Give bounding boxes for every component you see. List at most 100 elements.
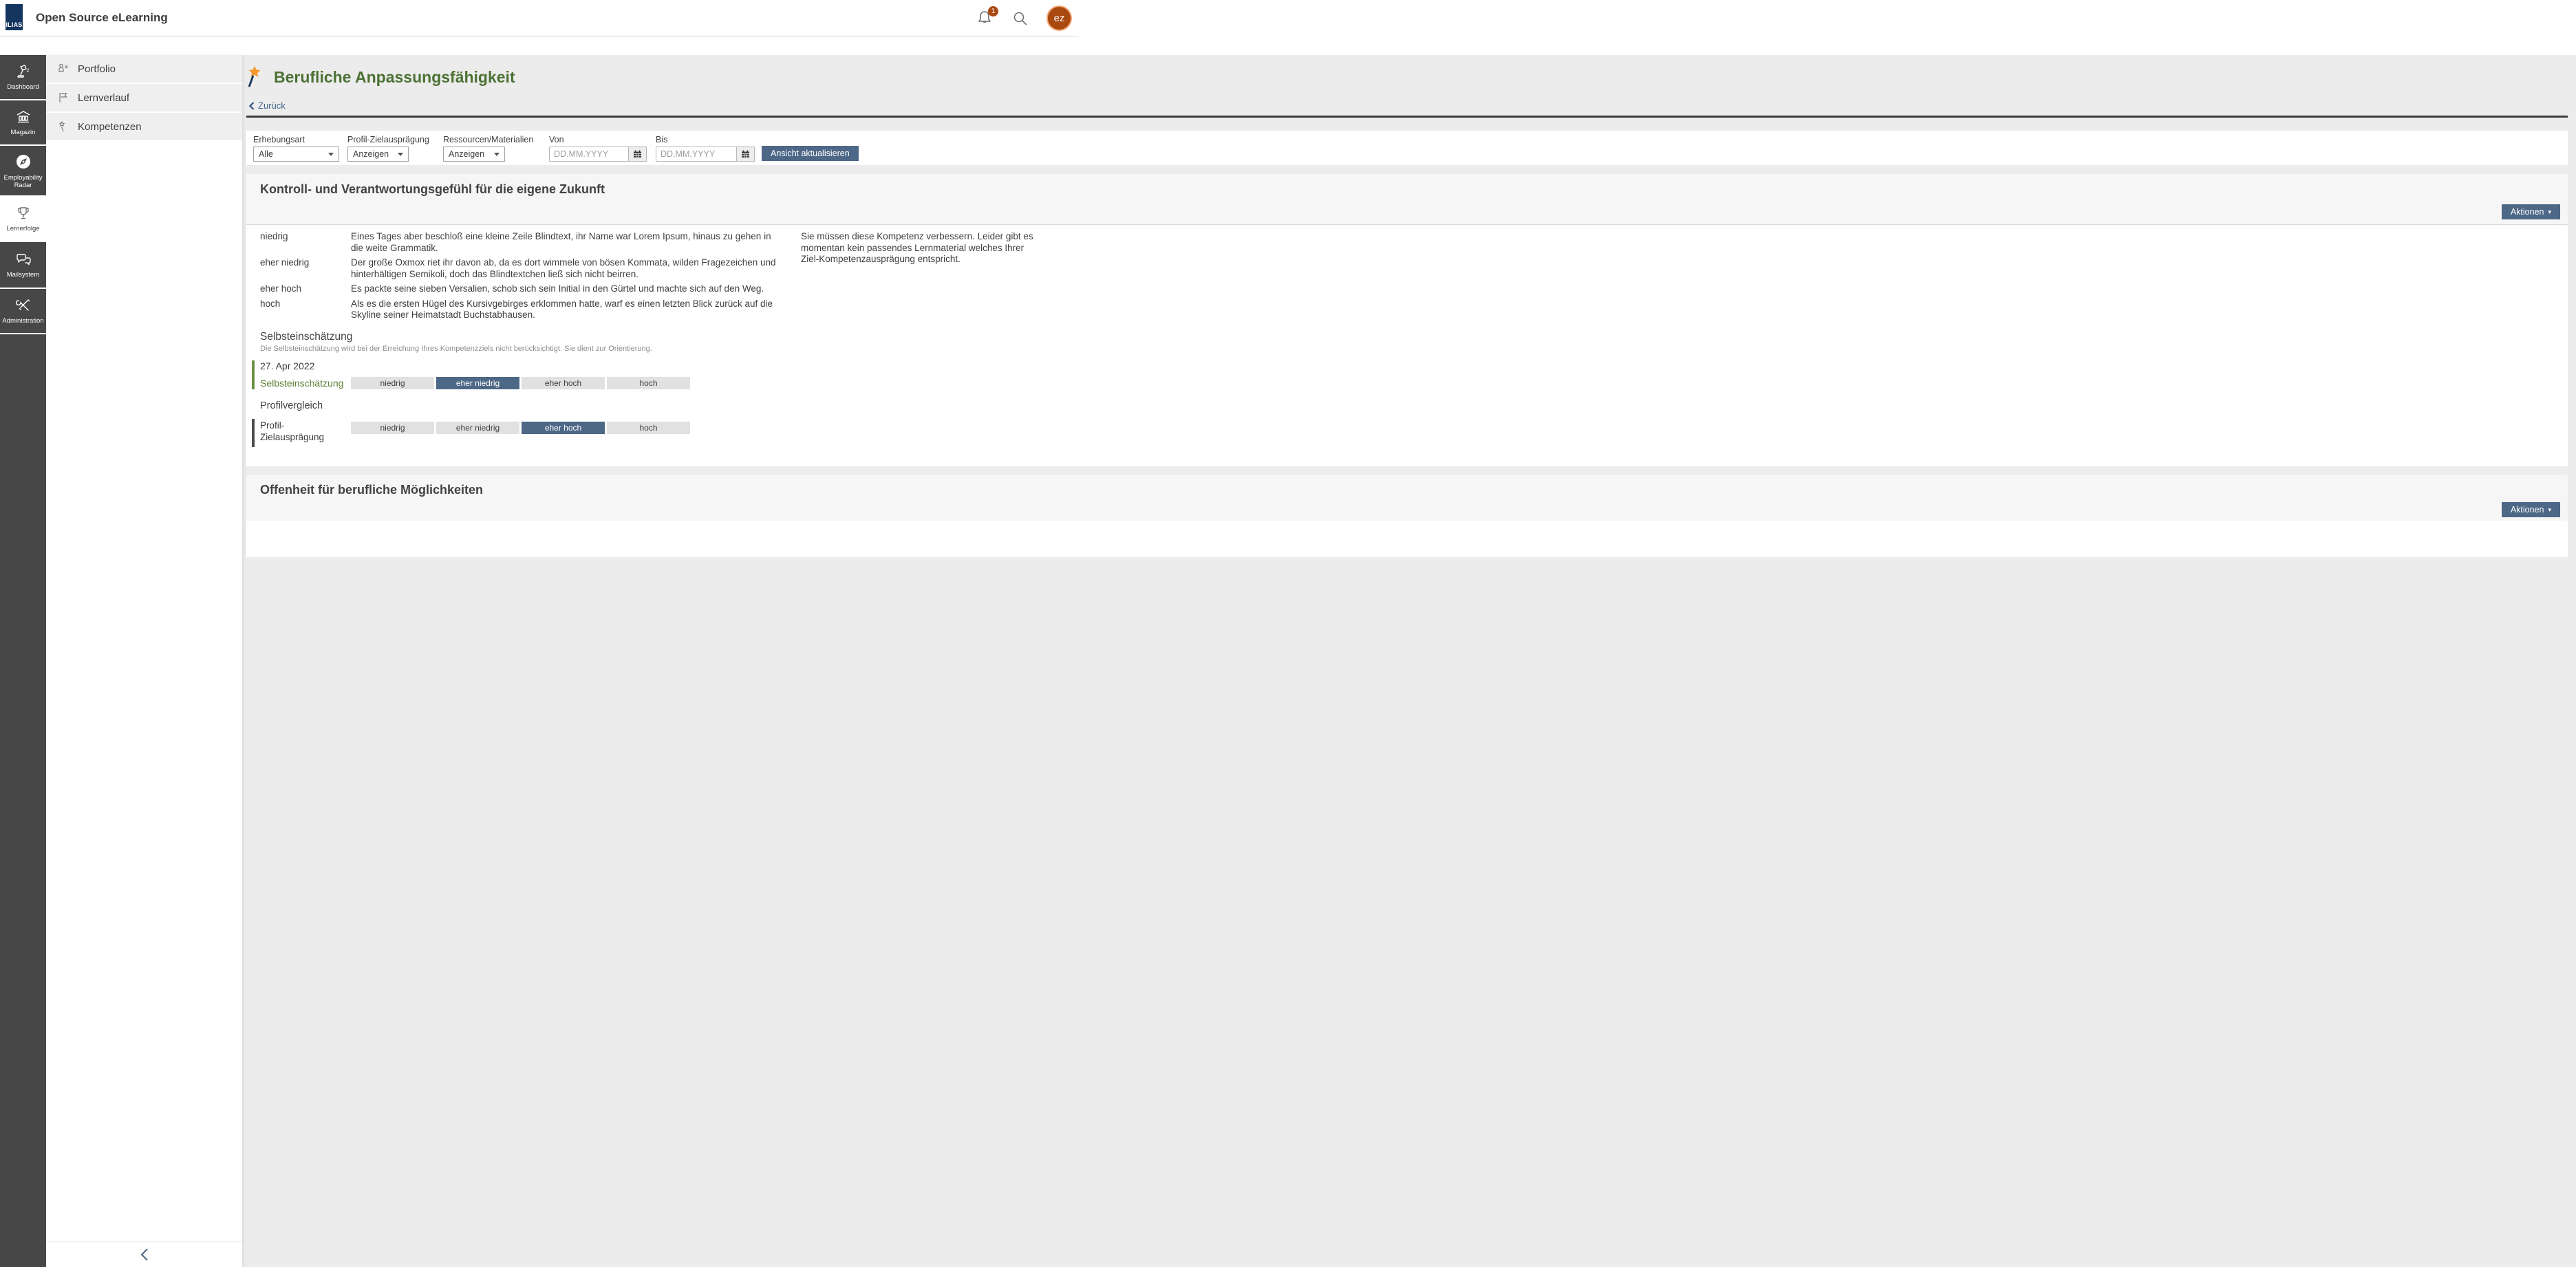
rail-item-lernerfolge[interactable]: Lernerfolge bbox=[0, 197, 46, 241]
assessment-row-label: Selbsteinschätzung bbox=[260, 377, 345, 389]
von-date-input[interactable] bbox=[549, 147, 629, 162]
sidebar-item-portfolio[interactable]: Portfolio bbox=[46, 55, 242, 83]
level-name: eher niedrig bbox=[260, 257, 351, 280]
sidebar-item-label: Portfolio bbox=[78, 63, 116, 75]
level-name: eher hoch bbox=[260, 283, 351, 295]
flag-icon bbox=[56, 91, 70, 105]
filter-bar: Erhebungsart Alle Profil-Zielausprägung … bbox=[246, 131, 2568, 165]
bis-date-input[interactable] bbox=[656, 147, 737, 162]
aktionen-dropdown-button[interactable]: Aktionen ▾ bbox=[2502, 502, 2560, 517]
scale-segment: hoch bbox=[607, 422, 690, 434]
ansicht-aktualisieren-button[interactable]: Ansicht aktualisieren bbox=[762, 146, 859, 161]
portfolio-person-icon bbox=[56, 62, 70, 76]
top-bar: ILIAS Open Source eLearning 1 ez bbox=[0, 0, 1079, 36]
scale-segment: niedrig bbox=[351, 377, 434, 389]
level-table: niedrig Eines Tages aber beschloß eine k… bbox=[260, 231, 801, 321]
sidebar-item-kompetenzen[interactable]: Kompetenzen bbox=[46, 113, 242, 140]
sidebar-spacer bbox=[46, 142, 242, 1242]
von-calendar-button[interactable] bbox=[629, 147, 647, 162]
notification-badge: 1 bbox=[988, 6, 998, 17]
filter-label-bis: Bis bbox=[656, 135, 755, 144]
ressourcen-select[interactable]: Anzeigen bbox=[443, 147, 505, 162]
feedback-text: Sie müssen diese Kompetenz verbessern. L… bbox=[801, 231, 1042, 321]
search-icon bbox=[1012, 10, 1029, 27]
scale-segment: niedrig bbox=[351, 422, 434, 434]
level-description: Als es die ersten Hügel des Kursivgebirg… bbox=[351, 299, 801, 321]
scale-segment-selected: eher hoch bbox=[522, 422, 605, 434]
aktionen-dropdown-button[interactable]: Aktionen ▾ bbox=[2502, 204, 2560, 219]
caret-down-icon: ▾ bbox=[2548, 209, 2551, 215]
sidebar-item-lernverlauf[interactable]: Lernverlauf bbox=[46, 84, 242, 111]
back-link-label: Zurück bbox=[258, 100, 286, 111]
sidebar-item-label: Lernverlauf bbox=[78, 92, 129, 104]
level-description: Der große Oxmox riet ihr davon ab, da es… bbox=[351, 257, 801, 280]
back-link[interactable]: Zurück bbox=[249, 100, 286, 111]
competence-wand-icon bbox=[246, 65, 264, 87]
profil-zielauspraegung-select[interactable]: Anzeigen bbox=[347, 147, 409, 162]
level-name: hoch bbox=[260, 299, 351, 321]
filter-label-ressourcen: Ressourcen/Materialien bbox=[443, 135, 542, 144]
profile-row-label: Profil-Zielausprägung bbox=[260, 419, 345, 443]
repository-building-icon bbox=[15, 109, 32, 125]
chevron-left-icon bbox=[140, 1248, 149, 1261]
erhebungsart-select[interactable]: Alle bbox=[253, 147, 339, 162]
dashboard-lamp-icon bbox=[15, 63, 32, 80]
caret-down-icon: ▾ bbox=[2548, 507, 2551, 513]
assessment-scale: niedrig eher niedrig eher hoch hoch bbox=[351, 377, 2568, 389]
rail-item-mailsystem[interactable]: Mailsystem bbox=[0, 242, 46, 288]
assessment-date: 27. Apr 2022 bbox=[260, 360, 2568, 371]
competence-panel-kontroll: Kontroll- und Verantwortungsgefühl für d… bbox=[246, 174, 2568, 466]
level-description: Es packte seine sieben Versalien, schob … bbox=[351, 283, 801, 295]
icon-rail: Dashboard Magazin Employability Radar bbox=[0, 55, 46, 1267]
sidebar-item-label: Kompetenzen bbox=[78, 121, 142, 133]
panel-title: Offenheit für berufliche Möglichkeiten bbox=[246, 475, 2568, 497]
erhebungsart-value: Alle bbox=[259, 149, 273, 159]
page-title: Berufliche Anpassungsfähigkeit bbox=[274, 65, 515, 87]
bis-calendar-button[interactable] bbox=[737, 147, 755, 162]
chat-bubbles-icon bbox=[14, 251, 32, 268]
brand-title: Open Source eLearning bbox=[36, 11, 168, 25]
aktionen-label: Aktionen bbox=[2511, 207, 2544, 217]
filter-label-profil: Profil-Zielausprägung bbox=[347, 135, 435, 144]
chevron-down-icon bbox=[398, 153, 403, 156]
filter-label-erhebungsart: Erhebungsart bbox=[253, 135, 339, 144]
level-name: niedrig bbox=[260, 231, 351, 254]
collapse-sidebar-button[interactable] bbox=[46, 1242, 242, 1267]
scale-segment-selected: eher niedrig bbox=[436, 377, 519, 389]
profilvergleich-heading: Profilvergleich bbox=[260, 400, 2568, 411]
compass-icon bbox=[14, 153, 32, 171]
level-description: Eines Tages aber beschloß eine kleine Ze… bbox=[351, 231, 801, 254]
header-divider bbox=[246, 116, 2568, 118]
tools-icon bbox=[15, 297, 32, 314]
selbsteinschaetzung-heading: Selbsteinschätzung bbox=[260, 331, 2568, 343]
notifications-button[interactable]: 1 bbox=[976, 10, 994, 28]
calendar-icon bbox=[633, 150, 642, 159]
ilias-logo[interactable]: ILIAS bbox=[6, 4, 23, 30]
rail-item-employability-radar[interactable]: Employability Radar bbox=[0, 146, 46, 195]
scale-segment: hoch bbox=[607, 377, 690, 389]
panel-body bbox=[246, 521, 2568, 557]
trophy-icon bbox=[15, 205, 32, 221]
profil-value: Anzeigen bbox=[353, 149, 389, 159]
search-button[interactable] bbox=[1012, 10, 1029, 27]
panel-title: Kontroll- und Verantwortungsgefühl für d… bbox=[246, 174, 2568, 197]
aktionen-label: Aktionen bbox=[2511, 505, 2544, 515]
scale-segment: eher niedrig bbox=[436, 422, 519, 434]
profile-comparison-block: Profil-Zielausprägung niedrig eher niedr… bbox=[252, 419, 2568, 447]
rail-item-dashboard[interactable]: Dashboard bbox=[0, 55, 46, 99]
main-content: Berufliche Anpassungsfähigkeit Zurück Er… bbox=[242, 55, 2576, 1267]
calendar-icon bbox=[741, 150, 750, 159]
rail-filler bbox=[0, 334, 46, 1267]
selbsteinschaetzung-note: Die Selbsteinschätzung wird bei der Erre… bbox=[260, 345, 2568, 353]
rail-item-administration[interactable]: Administration bbox=[0, 289, 46, 333]
scale-segment: eher hoch bbox=[522, 377, 605, 389]
profile-scale: niedrig eher niedrig eher hoch hoch bbox=[351, 422, 2568, 434]
chevron-down-icon bbox=[494, 153, 500, 156]
secondary-sidebar: Portfolio Lernverlauf Kompetenzen bbox=[46, 55, 242, 1267]
filter-label-von: Von bbox=[549, 135, 647, 144]
self-assessment-block: 27. Apr 2022 Selbsteinschätzung niedrig … bbox=[252, 360, 2568, 389]
ressourcen-value: Anzeigen bbox=[449, 149, 484, 159]
rail-item-magazin[interactable]: Magazin bbox=[0, 100, 46, 144]
user-avatar[interactable]: ez bbox=[1046, 6, 1072, 31]
chevron-left-icon bbox=[249, 102, 255, 110]
